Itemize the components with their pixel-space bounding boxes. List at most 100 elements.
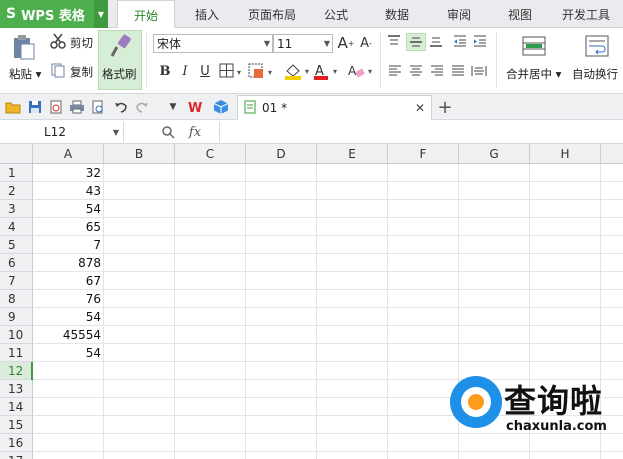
underline-icon[interactable]: U (196, 62, 214, 80)
cell-style-icon[interactable]: ▾ (248, 63, 276, 79)
grid-cell[interactable] (317, 218, 388, 236)
grid-cell[interactable] (175, 326, 246, 344)
grid-cell[interactable] (388, 218, 459, 236)
grid-cell[interactable] (246, 236, 317, 254)
grid-cell[interactable] (175, 182, 246, 200)
bold-icon[interactable]: B (156, 62, 174, 80)
grid-cell[interactable] (246, 434, 317, 452)
tab-page-layout[interactable]: 页面布局 (240, 0, 304, 28)
grid-cell[interactable] (175, 218, 246, 236)
grid-cell[interactable] (459, 218, 530, 236)
grid-cell[interactable] (388, 326, 459, 344)
decrease-indent-icon[interactable] (452, 34, 468, 48)
grid-cell[interactable]: 76 (33, 290, 104, 308)
grid-cell[interactable] (33, 434, 104, 452)
row-header[interactable]: 11 (0, 344, 33, 362)
row-header[interactable]: 7 (0, 272, 33, 290)
grid-cell[interactable] (530, 236, 601, 254)
tab-data[interactable]: 数据 (377, 0, 417, 28)
column-header[interactable]: C (175, 144, 246, 164)
grow-font-icon[interactable]: A + (337, 34, 355, 52)
grid-cell[interactable]: 67 (33, 272, 104, 290)
font-size-select[interactable]: 11 ▼ (273, 34, 333, 53)
grid-cell[interactable] (175, 272, 246, 290)
grid-cell[interactable] (530, 272, 601, 290)
align-bottom-icon[interactable] (428, 34, 444, 48)
grid-cell[interactable] (317, 362, 388, 380)
align-top-icon[interactable] (386, 34, 402, 48)
row-header[interactable]: 12 (0, 362, 33, 380)
row-header[interactable]: 13 (0, 380, 33, 398)
grid-cell[interactable] (175, 236, 246, 254)
grid-cell[interactable] (33, 362, 104, 380)
grid-cell[interactable] (104, 254, 175, 272)
align-middle-icon[interactable] (406, 33, 426, 51)
grid-cell[interactable] (175, 164, 246, 182)
column-header[interactable]: D (246, 144, 317, 164)
name-box[interactable]: L12 ▼ (0, 122, 124, 142)
row-header[interactable]: 9 (0, 308, 33, 326)
formula-input[interactable] (220, 122, 623, 142)
grid-cell[interactable] (104, 344, 175, 362)
grid-cell[interactable] (601, 236, 623, 254)
grid-cell[interactable] (33, 398, 104, 416)
grid-cell[interactable] (317, 434, 388, 452)
grid-cell[interactable] (317, 398, 388, 416)
grid-cell[interactable] (175, 308, 246, 326)
tab-review[interactable]: 审阅 (439, 0, 479, 28)
grid-cell[interactable] (33, 452, 104, 459)
grid-cell[interactable] (601, 326, 623, 344)
italic-icon[interactable]: I (176, 62, 194, 80)
grid-cell[interactable] (246, 272, 317, 290)
customize-chevron-icon[interactable]: ▼ (164, 98, 182, 116)
search-icon[interactable] (160, 124, 176, 140)
grid-cell[interactable] (317, 308, 388, 326)
grid-cell[interactable] (317, 272, 388, 290)
grid-cell[interactable] (317, 182, 388, 200)
column-header[interactable]: B (104, 144, 175, 164)
grid-cell[interactable] (388, 200, 459, 218)
grid-cell[interactable] (459, 272, 530, 290)
font-color-icon[interactable]: A ▾ (312, 62, 342, 80)
grid-cell[interactable] (317, 200, 388, 218)
grid-cell[interactable] (104, 326, 175, 344)
grid-cell[interactable]: 45554 (33, 326, 104, 344)
grid-cell[interactable] (317, 326, 388, 344)
tab-home[interactable]: 开始 (117, 0, 175, 29)
merge-center-icon[interactable] (521, 33, 547, 59)
fill-color-icon[interactable]: ▾ (283, 62, 313, 80)
grid-cell[interactable] (246, 218, 317, 236)
grid-cell[interactable] (104, 182, 175, 200)
grid-cell[interactable] (246, 362, 317, 380)
grid-cell[interactable] (104, 362, 175, 380)
row-header[interactable]: 14 (0, 398, 33, 416)
open-folder-icon[interactable] (4, 98, 22, 116)
grid-cell[interactable] (388, 272, 459, 290)
grid-cell[interactable] (388, 254, 459, 272)
chevron-down-icon[interactable]: ▼ (94, 0, 108, 28)
tab-view[interactable]: 视图 (500, 0, 540, 28)
grid-cell[interactable] (388, 164, 459, 182)
grid-cell[interactable] (104, 380, 175, 398)
column-header[interactable] (601, 144, 623, 164)
row-header[interactable]: 17 (0, 452, 33, 459)
grid-cell[interactable] (530, 290, 601, 308)
grid-cell[interactable] (601, 290, 623, 308)
row-header[interactable]: 2 (0, 182, 33, 200)
print-preview-icon[interactable] (89, 98, 107, 116)
grid-cell[interactable] (459, 308, 530, 326)
grid-cell[interactable] (459, 200, 530, 218)
grid-cell[interactable] (246, 182, 317, 200)
column-header[interactable]: H (530, 144, 601, 164)
row-header[interactable]: 8 (0, 290, 33, 308)
grid-cell[interactable] (33, 380, 104, 398)
grid-cell[interactable] (601, 344, 623, 362)
grid-cell[interactable] (246, 164, 317, 182)
grid-cell[interactable] (175, 290, 246, 308)
wps-logo-icon[interactable]: W (187, 98, 205, 116)
close-icon[interactable]: ✕ (415, 101, 425, 115)
grid-cell[interactable] (601, 218, 623, 236)
grid-cell[interactable] (175, 416, 246, 434)
grid-cell[interactable] (104, 164, 175, 182)
grid-cell[interactable] (601, 254, 623, 272)
